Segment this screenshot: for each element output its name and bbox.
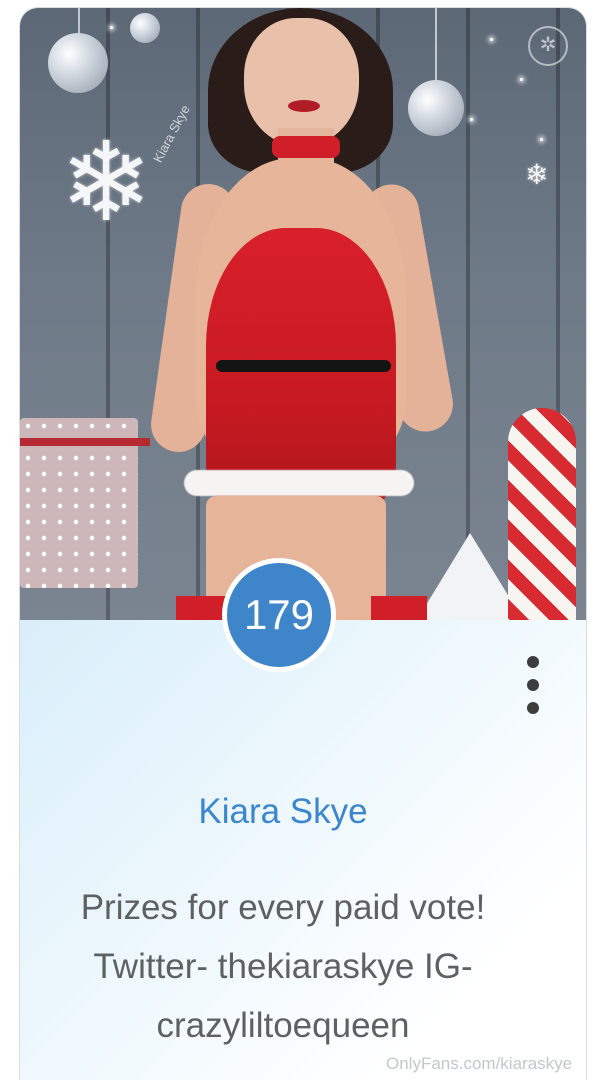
model-figure (147, 8, 458, 620)
more-options-button[interactable] (518, 650, 548, 720)
sparkle (540, 138, 543, 141)
ornament (48, 33, 108, 93)
gift-ribbon (20, 438, 150, 446)
contestant-name[interactable]: Kiara Skye (0, 792, 566, 832)
contestant-photo[interactable]: ❄ ❄ Kiara Skye ✲ (20, 8, 586, 620)
sparkle (110, 26, 113, 29)
snowflake-decoration: ❄ (60, 121, 153, 244)
ornament (130, 13, 160, 43)
sparkle (470, 118, 473, 121)
rank-badge: 179 (222, 558, 336, 672)
snowflake-decoration: ❄ (525, 159, 549, 190)
footer-watermark: OnlyFans.com/kiaraskye (386, 1054, 573, 1073)
rank-number: 179 (227, 563, 331, 667)
sparkle (490, 38, 493, 41)
corner-snowflake-icon: ✲ (528, 26, 568, 66)
contestant-description: Prizes for every paid vote! Twitter- the… (80, 888, 486, 1045)
sparkle (520, 78, 523, 81)
candy-cane (508, 408, 576, 620)
more-vertical-icon (527, 656, 539, 668)
